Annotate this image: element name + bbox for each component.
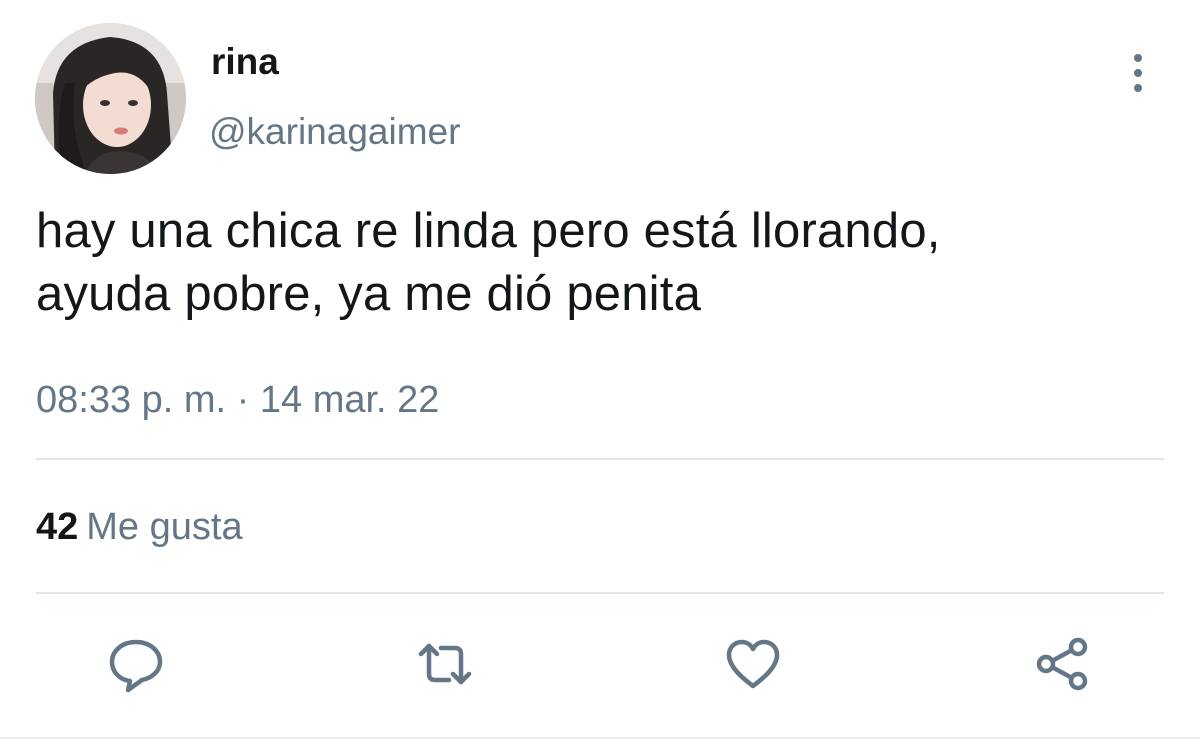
tweet-timestamp[interactable]: 08:33 p. m. · 14 mar. 22 [36,376,439,424]
more-dot-icon [1134,84,1142,92]
display-name[interactable]: rina [211,40,279,84]
likes-count: 42 [36,506,79,548]
likes-stat[interactable]: 42 Me gusta [36,504,243,550]
user-handle[interactable]: @karinagaimer [209,110,460,154]
retweet-button[interactable] [413,632,477,696]
comment-bubble-icon [109,639,163,693]
share-nodes-icon [1036,637,1088,691]
more-dot-icon [1134,54,1142,62]
retweet-arrows-icon [418,643,472,685]
tweet-text: hay una chica re linda pero está llorand… [36,200,1166,326]
tweet-card: rina @karinagaimer hay una chica re lind… [0,0,1200,752]
divider [0,737,1200,739]
heart-outline-icon [726,639,780,689]
profile-photo-icon [35,23,186,174]
reply-button[interactable] [104,632,168,696]
likes-label: Me gusta [86,506,243,548]
share-button[interactable] [1030,632,1094,696]
more-options-button[interactable] [1118,50,1158,96]
tweet-text-line: hay una chica re linda pero está llorand… [36,204,941,258]
divider [36,458,1164,460]
like-button[interactable] [721,632,785,696]
divider [36,592,1164,594]
avatar[interactable] [35,23,186,174]
tweet-text-line: ayuda pobre, ya me dió penita [36,267,702,321]
more-dot-icon [1134,69,1142,77]
